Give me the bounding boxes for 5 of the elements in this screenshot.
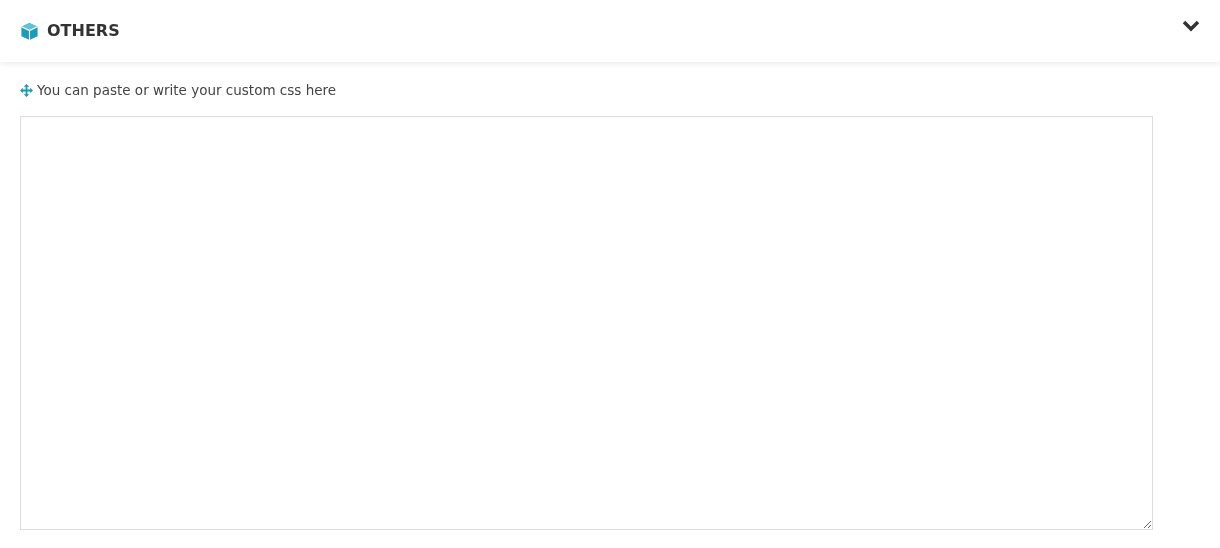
hint-text: You can paste or write your custom css here bbox=[37, 81, 337, 100]
cube-icon bbox=[20, 21, 39, 41]
panel-title: OTHERS bbox=[47, 20, 120, 42]
move-icon bbox=[20, 83, 33, 97]
chevron-icon bbox=[1182, 19, 1200, 32]
